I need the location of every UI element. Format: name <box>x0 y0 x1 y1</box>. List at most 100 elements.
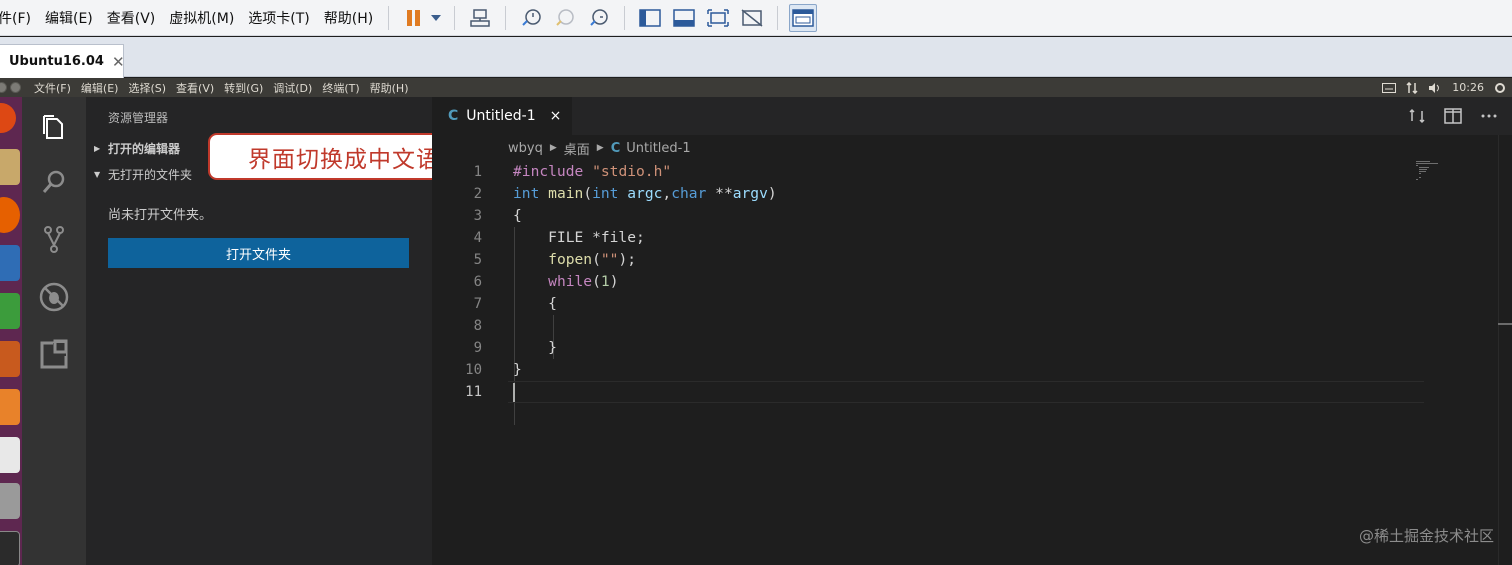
firefox-icon[interactable] <box>0 197 20 233</box>
line-number: 11 <box>465 384 482 400</box>
power-dropdown-icon[interactable] <box>429 4 443 32</box>
line-number: 10 <box>465 362 482 378</box>
vm-menu-edit[interactable]: 编辑(E) <box>38 8 100 28</box>
window-close-icon[interactable] <box>0 82 7 93</box>
system-settings-icon[interactable] <box>0 483 20 519</box>
extensions-icon[interactable] <box>38 339 70 371</box>
line-number: 9 <box>473 340 482 356</box>
impress-icon[interactable] <box>0 341 20 377</box>
ubuntu-dash-icon[interactable] <box>0 103 16 133</box>
breadcrumb: wbyq ▶ 桌面 ▶ C Untitled-1 <box>432 137 691 159</box>
watermark: @稀土掘金技术社区 <box>1358 527 1494 545</box>
debug-icon[interactable] <box>38 281 70 313</box>
show-library-icon[interactable] <box>636 4 664 32</box>
vm-menu-help[interactable]: 帮助(H) <box>317 8 380 28</box>
search-icon[interactable] <box>38 167 70 199</box>
open-folder-button[interactable]: 打开文件夹 <box>108 238 409 268</box>
code-line: 8 <box>432 315 1422 337</box>
clock[interactable]: 10:26 <box>1452 81 1484 94</box>
menu-go[interactable]: 转到(G) <box>224 80 263 96</box>
volume-icon[interactable] <box>1428 82 1442 94</box>
code-text: } <box>513 361 522 378</box>
vm-menu-file[interactable]: 件(F) <box>0 8 38 28</box>
code-line: 5 fopen(""); <box>432 249 1422 271</box>
text-cursor <box>513 383 515 402</box>
snapshot-manager-icon[interactable] <box>585 4 613 32</box>
breadcrumb-item[interactable]: wbyq <box>508 141 543 156</box>
vertical-scrollbar[interactable] <box>1498 135 1512 565</box>
scrollbar-cursor-marker <box>1498 323 1512 325</box>
code-text: } <box>513 339 557 356</box>
menu-view[interactable]: 查看(V) <box>176 80 214 96</box>
code-line-active: 11 <box>432 381 1424 403</box>
menu-debug[interactable]: 调试(D) <box>273 80 312 96</box>
pause-icon[interactable] <box>400 4 428 32</box>
terminal-icon[interactable] <box>0 531 20 565</box>
window-controls <box>0 82 24 93</box>
line-number: 3 <box>473 208 482 224</box>
minimap[interactable] <box>1416 161 1456 181</box>
chevron-right-icon: ▶ <box>94 143 101 153</box>
line-number: 1 <box>473 164 482 180</box>
open-editors-label: 打开的编辑器 <box>108 141 181 156</box>
software-center-icon[interactable] <box>0 389 20 425</box>
menu-terminal[interactable]: 终端(T) <box>322 80 359 96</box>
line-number: 4 <box>473 230 482 246</box>
menu-selection[interactable]: 选择(S) <box>128 80 166 96</box>
chevron-right-icon: ▶ <box>549 143 557 153</box>
snapshot-take-icon[interactable] <box>517 4 545 32</box>
writer-icon[interactable] <box>0 245 20 281</box>
unity-mode-icon[interactable] <box>738 4 766 32</box>
tab-label: Untitled-1 <box>466 108 536 124</box>
calc-icon[interactable] <box>0 293 20 329</box>
line-number: 7 <box>473 296 482 312</box>
vmware-tabbar: Ubuntu16.04 ✕ <box>0 37 1512 78</box>
toolbar-divider <box>777 5 779 30</box>
line-number: 2 <box>473 186 482 202</box>
network-send-icon[interactable] <box>466 4 494 32</box>
chevron-right-icon: ▶ <box>596 143 604 153</box>
editor-tabs: C Untitled-1 × <box>432 97 1512 135</box>
menu-help[interactable]: 帮助(H) <box>370 80 409 96</box>
close-icon[interactable]: ✕ <box>112 53 125 71</box>
keyboard-icon[interactable] <box>1382 82 1397 93</box>
code-editor[interactable]: 1 #include "stdio.h" 2 int main(int argc… <box>432 161 1432 565</box>
more-actions-icon[interactable] <box>1476 103 1502 129</box>
ubuntu-top-panel: 文件(F) 编辑(E) 选择(S) 查看(V) 转到(G) 调试(D) 终端(T… <box>0 78 1512 97</box>
files-icon[interactable] <box>0 149 20 185</box>
menu-file[interactable]: 文件(F) <box>34 80 71 96</box>
source-control-icon[interactable] <box>38 223 70 255</box>
close-icon[interactable]: × <box>550 108 562 124</box>
amazon-icon[interactable] <box>0 437 20 473</box>
activity-bar <box>22 97 86 565</box>
gear-icon[interactable] <box>1494 82 1506 94</box>
explorer-icon[interactable] <box>38 111 70 143</box>
code-line: 9 } <box>432 337 1422 359</box>
code-line: 4 FILE *file; <box>432 227 1422 249</box>
line-number: 6 <box>473 274 482 290</box>
console-view-icon[interactable] <box>789 3 818 32</box>
snapshot-revert-icon[interactable] <box>551 4 579 32</box>
window-minimize-icon[interactable] <box>10 82 21 93</box>
breadcrumb-item[interactable]: Untitled-1 <box>626 141 690 156</box>
thumbnail-bar-icon[interactable] <box>670 4 698 32</box>
no-folder-message: 尚未打开文件夹。 <box>108 208 213 223</box>
network-icon[interactable] <box>1406 81 1418 94</box>
menu-edit[interactable]: 编辑(E) <box>81 80 119 96</box>
system-tray: 10:26 <box>1382 78 1506 97</box>
tab-untitled-1[interactable]: C Untitled-1 × <box>432 97 572 135</box>
vm-menu-tabs[interactable]: 选项卡(T) <box>241 8 316 28</box>
code-line: 3 { <box>432 205 1422 227</box>
sidebar-title: 资源管理器 <box>108 111 169 125</box>
compare-changes-icon[interactable] <box>1404 103 1430 129</box>
split-editor-icon[interactable] <box>1440 103 1466 129</box>
breadcrumb-item[interactable]: 桌面 <box>564 139 590 158</box>
vm-tab-ubuntu[interactable]: Ubuntu16.04 ✕ <box>0 44 125 78</box>
vscode-menu: 文件(F) 编辑(E) 选择(S) 查看(V) 转到(G) 调试(D) 终端(T… <box>34 80 419 96</box>
vm-menu-view[interactable]: 查看(V) <box>100 8 163 28</box>
code-line: 2 int main(int argc,char **argv) <box>432 183 1422 205</box>
line-number: 5 <box>473 252 482 268</box>
code-text: FILE *file; <box>513 229 645 246</box>
fullscreen-icon[interactable] <box>704 4 732 32</box>
vm-menu-vm[interactable]: 虚拟机(M) <box>162 8 241 28</box>
